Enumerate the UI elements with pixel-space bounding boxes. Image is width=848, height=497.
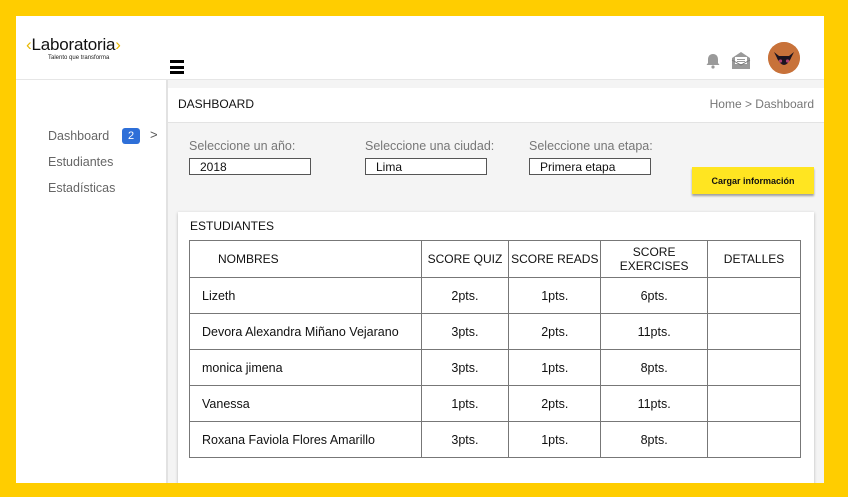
app-window: ‹Laboratoria› Talento que transforma Das…: [16, 16, 824, 483]
score-quiz: 3pts.: [420, 349, 510, 386]
student-name: Vanessa: [189, 385, 422, 422]
table-row[interactable]: Devora Alexandra Miñano Vejarano 3pts. 2…: [189, 313, 801, 350]
column-header-score-reads: SCORE READS: [508, 240, 602, 278]
score-quiz: 3pts.: [420, 421, 510, 458]
stage-select[interactable]: Primera etapa: [529, 158, 651, 175]
score-quiz: 3pts.: [420, 313, 510, 350]
mail-icon[interactable]: [730, 49, 752, 71]
score-exercises: 8pts.: [600, 349, 709, 386]
logo-text: Laboratoria: [31, 35, 116, 54]
sidebar-item-estadisticas[interactable]: Estadísticas: [48, 181, 115, 195]
score-exercises: 8pts.: [600, 421, 709, 458]
page-title: DASHBOARD: [178, 97, 255, 111]
details-cell[interactable]: [707, 385, 801, 422]
score-reads: 2pts.: [508, 385, 602, 422]
top-bar: ‹Laboratoria› Talento que transforma: [16, 16, 824, 80]
table-row[interactable]: Vanessa 1pts. 2pts. 11pts.: [189, 385, 801, 422]
year-label: Seleccione un año:: [189, 139, 296, 153]
table-row[interactable]: monica jimena 3pts. 1pts. 8pts.: [189, 349, 801, 386]
score-reads: 1pts.: [508, 277, 602, 314]
column-header-score-exercises: SCORE EXERCISES: [600, 240, 709, 278]
laboratoria-logo[interactable]: ‹Laboratoria› Talento que transforma: [26, 35, 121, 61]
stage-label: Seleccione una etapa:: [529, 139, 653, 153]
student-name: monica jimena: [189, 349, 422, 386]
avatar[interactable]: [768, 42, 800, 74]
score-reads: 2pts.: [508, 313, 602, 350]
sidebar-item-estudiantes[interactable]: Estudiantes: [48, 155, 113, 169]
students-title: ESTUDIANTES: [190, 219, 275, 233]
cat-face-icon: [768, 42, 800, 74]
score-exercises: 6pts.: [600, 277, 709, 314]
sidebar: Dashboard 2 > Estudiantes Estadísticas: [16, 80, 168, 483]
score-quiz: 2pts.: [420, 277, 510, 314]
menu-icon[interactable]: [170, 60, 184, 74]
city-label: Seleccione una ciudad:: [365, 139, 495, 153]
students-card: ESTUDIANTES NOMBRES SCORE QUIZ SCORE REA…: [178, 212, 814, 483]
details-cell[interactable]: [707, 349, 801, 386]
year-select[interactable]: 2018: [189, 158, 311, 175]
column-header-score-quiz: SCORE QUIZ: [420, 240, 510, 278]
table-row[interactable]: Lizeth 2pts. 1pts. 6pts.: [189, 277, 801, 314]
score-quiz: 1pts.: [420, 385, 510, 422]
details-cell[interactable]: [707, 313, 801, 350]
city-select[interactable]: Lima: [365, 158, 487, 175]
sidebar-item-dashboard[interactable]: Dashboard: [48, 129, 109, 143]
score-reads: 1pts.: [508, 421, 602, 458]
load-info-button[interactable]: Cargar información: [692, 167, 814, 194]
column-header-nombres: NOMBRES: [189, 240, 422, 278]
table-header-row: NOMBRES SCORE QUIZ SCORE READS SCORE EXE…: [189, 240, 801, 278]
table-row[interactable]: Roxana Faviola Flores Amarillo 3pts. 1pt…: [189, 421, 801, 458]
logo-tagline: Talento que transforma: [48, 55, 110, 61]
score-reads: 1pts.: [508, 349, 602, 386]
dashboard-count-badge: 2: [122, 128, 140, 144]
details-cell[interactable]: [707, 421, 801, 458]
student-name: Devora Alexandra Miñano Vejarano: [189, 313, 422, 350]
student-name: Lizeth: [189, 277, 422, 314]
details-cell[interactable]: [707, 277, 801, 314]
student-name: Roxana Faviola Flores Amarillo: [189, 421, 422, 458]
column-header-detalles: DETALLES: [707, 240, 801, 278]
score-exercises: 11pts.: [600, 385, 709, 422]
bell-icon[interactable]: [704, 52, 722, 70]
logo-bracket-right: ›: [115, 35, 121, 54]
score-exercises: 11pts.: [600, 313, 709, 350]
students-table: NOMBRES SCORE QUIZ SCORE READS SCORE EXE…: [189, 240, 801, 458]
breadcrumb[interactable]: Home > Dashboard: [710, 97, 814, 111]
main-content: DASHBOARD Home > Dashboard Seleccione un…: [168, 80, 824, 483]
chevron-right-icon[interactable]: >: [150, 127, 158, 142]
page-header: DASHBOARD Home > Dashboard: [168, 88, 824, 123]
